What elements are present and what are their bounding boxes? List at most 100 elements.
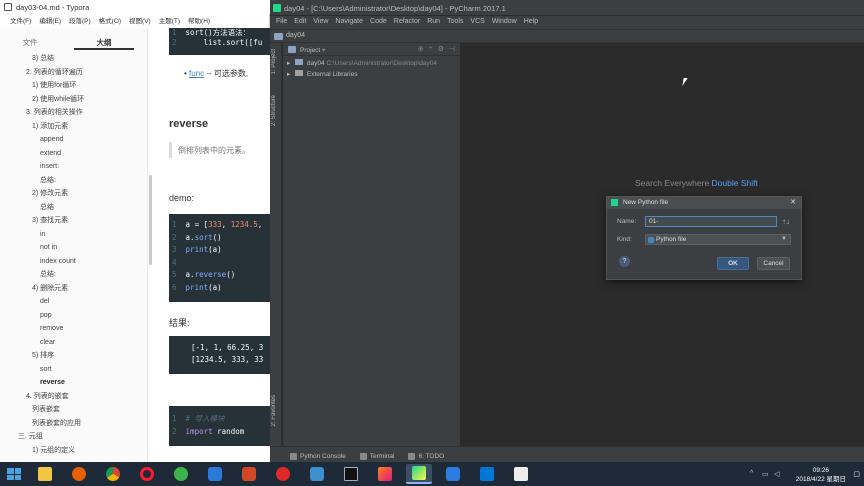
terminal-icon[interactable] <box>338 464 364 484</box>
outline-item[interactable]: 列表嵌套 <box>0 403 147 417</box>
wps-presentation-icon[interactable] <box>236 464 262 484</box>
scroll-from-source-icon[interactable]: ÷ <box>429 45 433 53</box>
menu-paragraph[interactable]: 段落(P) <box>69 15 91 27</box>
outline-item[interactable]: 总结: <box>0 268 147 282</box>
project-view-selector[interactable]: Project <box>300 47 320 54</box>
chrome-icon[interactable] <box>100 464 126 484</box>
tool-tab-todo[interactable]: 6: TODO <box>408 450 444 462</box>
outline-item[interactable]: reverse <box>0 376 147 390</box>
outline-item[interactable]: 4) 删除元素 <box>0 282 147 296</box>
menu-edit[interactable]: Edit <box>294 18 306 29</box>
code-block-demo[interactable]: 1 a = [333, 1234.5, 2 a.sort() 3 print(a… <box>169 214 270 302</box>
tool-tab-favorites[interactable]: 2: Favorites <box>271 395 277 426</box>
menu-file[interactable]: 文件(F) <box>10 15 31 27</box>
menu-view[interactable]: View <box>313 18 328 29</box>
menu-theme[interactable]: 主题(T) <box>159 15 180 27</box>
menu-help[interactable]: 帮助(H) <box>188 15 210 27</box>
typora-document[interactable]: 1 sort()方法语法： 2 list.sort([fu • func -- … <box>156 28 270 462</box>
tray-arrow-icon[interactable]: ^ <box>750 470 753 477</box>
func-link[interactable]: func <box>189 69 204 78</box>
name-input[interactable]: 01- <box>645 216 777 227</box>
tool-tab-structure[interactable]: 2: Structure <box>271 95 277 126</box>
settings-gear-icon[interactable]: ⚙ <box>438 45 444 53</box>
menu-window[interactable]: Window <box>492 18 517 29</box>
typora-taskbar-icon[interactable] <box>508 464 534 484</box>
outline-item[interactable]: in <box>0 228 147 242</box>
outline-item[interactable]: 1) 使用for循环 <box>0 79 147 93</box>
outline-item[interactable]: extend <box>0 147 147 161</box>
outline-item[interactable]: 4. 列表的嵌套 <box>0 390 147 404</box>
network-icon[interactable]: ▭ <box>762 470 769 478</box>
outline-item[interactable]: pop <box>0 309 147 323</box>
menu-code[interactable]: Code <box>370 18 387 29</box>
outline-item[interactable]: 2) 使用while循环 <box>0 93 147 107</box>
outline-item[interactable]: remove <box>0 322 147 336</box>
outline-item[interactable]: clear <box>0 336 147 350</box>
tool-tab-project[interactable]: 1: Project <box>271 49 277 74</box>
help-icon[interactable]: ? <box>619 256 630 267</box>
code-block-import[interactable]: 1 # 导入模块 2 import random <box>169 406 270 446</box>
outline-item[interactable]: 3) 查找元素 <box>0 214 147 228</box>
ok-button[interactable]: OK <box>717 257 749 270</box>
sidebar-scrollbar[interactable] <box>149 175 152 265</box>
menu-navigate[interactable]: Navigate <box>335 18 363 29</box>
tree-item-external-libraries[interactable]: ▸ External Libraries <box>287 69 461 80</box>
notification-icon[interactable]: ▢ <box>853 470 860 478</box>
tool-tab-terminal[interactable]: Terminal <box>359 450 394 462</box>
outline-item[interactable]: not in <box>0 241 147 255</box>
outline-item[interactable]: 3. 列表的相关操作 <box>0 106 147 120</box>
green-app-icon[interactable] <box>168 464 194 484</box>
outline-item[interactable]: sort <box>0 363 147 377</box>
intellij-icon[interactable] <box>372 464 398 484</box>
vscode-icon[interactable] <box>474 464 500 484</box>
outline-item[interactable]: 5) 排序 <box>0 349 147 363</box>
opera-icon[interactable] <box>134 464 160 484</box>
expand-arrow-icon[interactable]: ▸ <box>287 71 290 78</box>
outline-item[interactable]: 1) 添加元素 <box>0 120 147 134</box>
outline-item[interactable]: insert: <box>0 160 147 174</box>
outline-item[interactable]: 总结: <box>0 174 147 188</box>
tool-tab-python-console[interactable]: Python Console <box>290 450 346 462</box>
outline-item[interactable]: 3) 总结 <box>0 52 147 66</box>
video-player-icon[interactable] <box>440 464 466 484</box>
menu-run[interactable]: Run <box>427 18 440 29</box>
cancel-button[interactable]: Cancel <box>757 257 790 270</box>
tab-outline[interactable]: 大纲 <box>74 28 134 50</box>
tab-files[interactable]: 文件 <box>0 28 60 50</box>
menu-file[interactable]: File <box>276 18 287 29</box>
network-app-icon[interactable] <box>304 464 330 484</box>
kind-select[interactable]: Python file ▼ <box>645 234 791 245</box>
clock[interactable]: 09:26 2018/4/22 星期日 <box>796 466 846 484</box>
menu-format[interactable]: 格式(O) <box>99 15 121 27</box>
menu-refactor[interactable]: Refactor <box>394 18 420 29</box>
menu-tools[interactable]: Tools <box>447 18 463 29</box>
start-button[interactable] <box>4 465 24 483</box>
outline-item[interactable]: index count <box>0 255 147 269</box>
menu-view[interactable]: 视图(V) <box>129 15 151 27</box>
outline-item[interactable]: del <box>0 295 147 309</box>
volume-icon[interactable]: ◁ <box>774 470 779 478</box>
outline-item[interactable]: 1) 元组的定义 <box>0 444 147 458</box>
outline-item[interactable]: 列表嵌套的应用 <box>0 417 147 431</box>
pycharm-taskbar-icon[interactable] <box>406 464 432 484</box>
menu-help[interactable]: Help <box>524 18 538 29</box>
outline-item[interactable]: 2. 列表的循环遍历 <box>0 66 147 80</box>
file-explorer-icon[interactable] <box>32 464 58 484</box>
collapse-icon[interactable]: ⊕ <box>418 45 424 53</box>
outline-item[interactable]: append <box>0 133 147 147</box>
sort-icon[interactable]: ↑↓ <box>782 217 790 226</box>
firefox-icon[interactable] <box>66 464 92 484</box>
wps-writer-icon[interactable] <box>202 464 228 484</box>
menu-vcs[interactable]: VCS <box>470 18 484 29</box>
outline-item[interactable]: 三. 元组 <box>0 430 147 444</box>
expand-arrow-icon[interactable]: ▸ <box>287 60 290 67</box>
outline-item[interactable]: 2) 修改元素 <box>0 187 147 201</box>
menu-edit[interactable]: 编辑(E) <box>39 15 61 27</box>
outline-item[interactable]: 总结 <box>0 201 147 215</box>
code-block-sort-syntax[interactable]: 1 sort()方法语法： 2 list.sort([fu <box>169 28 270 55</box>
netease-music-icon[interactable] <box>270 464 296 484</box>
code-block-result[interactable]: [-1, 1, 66.25, 3 [1234.5, 333, 33 <box>169 336 270 374</box>
close-icon[interactable]: ✕ <box>790 198 796 206</box>
breadcrumb-item[interactable]: day04 <box>286 32 305 39</box>
hide-panel-icon[interactable]: ⊣ <box>449 45 455 53</box>
